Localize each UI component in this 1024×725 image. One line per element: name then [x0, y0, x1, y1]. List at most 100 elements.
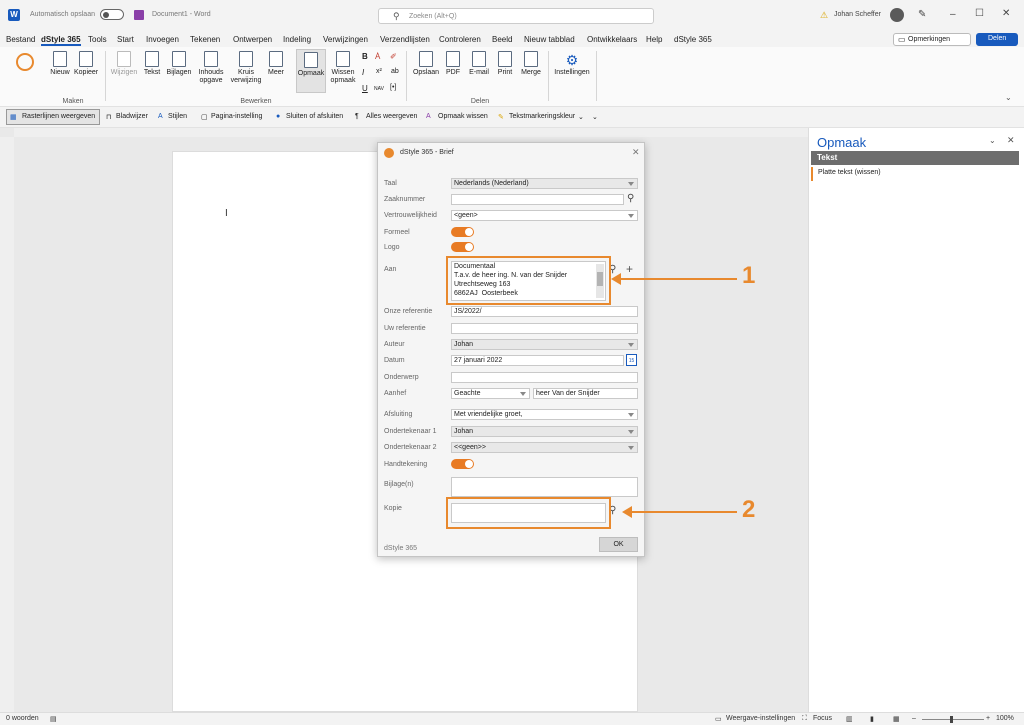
- menu-bestand[interactable]: Bestand: [6, 35, 35, 44]
- pdf-button[interactable]: PDF: [444, 51, 462, 77]
- case-icon[interactable]: Ȧ: [375, 52, 380, 61]
- menu-dstyle-2[interactable]: dStyle 365: [674, 35, 712, 44]
- to-add-icon[interactable]: +: [626, 262, 633, 276]
- toc-button[interactable]: Inhouds opgave: [196, 51, 226, 85]
- proofing-icon[interactable]: ▤: [50, 715, 57, 723]
- menu-indeling[interactable]: Indeling: [283, 35, 311, 44]
- quick-access-bar: ▦ Rasterlijnen weergeven ⊓ Bladwijzer A …: [0, 107, 1024, 128]
- salutation-name-input[interactable]: heer Van der Snijder: [533, 388, 638, 399]
- formal-toggle[interactable]: [451, 227, 474, 237]
- underline-button[interactable]: U: [362, 84, 368, 93]
- dialog-close-icon[interactable]: ✕: [632, 147, 640, 158]
- closing-select[interactable]: Met vriendelijke groet,: [451, 409, 638, 420]
- save-icon[interactable]: [134, 10, 144, 20]
- minimize-icon[interactable]: –: [950, 9, 956, 20]
- menu-nieuw-tabblad[interactable]: Nieuw tabblad: [524, 35, 575, 44]
- menu-verwijzingen[interactable]: Verwijzingen: [323, 35, 368, 44]
- ribbon-collapse-icon[interactable]: ⌄: [1005, 93, 1012, 102]
- highlight-icon[interactable]: ✐: [390, 52, 397, 61]
- close-window-icon[interactable]: ✕: [1002, 8, 1010, 19]
- ok-button[interactable]: OK: [599, 537, 638, 552]
- share-button[interactable]: Delen: [976, 33, 1018, 46]
- autosave-toggle[interactable]: [100, 9, 124, 20]
- highlight-color-button[interactable]: Tekstmarkeringskleur: [509, 113, 575, 120]
- salutation-select[interactable]: Geachte: [451, 388, 530, 399]
- bold-button[interactable]: B: [362, 52, 368, 61]
- superscript-icon[interactable]: x²: [376, 68, 382, 75]
- read-mode-icon[interactable]: ▥: [846, 715, 853, 723]
- pane-item[interactable]: Platte tekst (wissen): [811, 167, 1019, 181]
- language-select[interactable]: Nederlands (Nederland): [451, 178, 638, 189]
- page-setup-button[interactable]: Pagina-instelling: [211, 113, 262, 120]
- menu-invoegen[interactable]: Invoegen: [146, 35, 179, 44]
- merge-button[interactable]: Merge: [518, 51, 544, 77]
- menu-verzendlijsten[interactable]: Verzendlijsten: [380, 35, 430, 44]
- save-doc-button[interactable]: Opslaan: [412, 51, 440, 77]
- italic-button[interactable]: I: [362, 68, 364, 77]
- email-button[interactable]: E-mail: [466, 51, 492, 77]
- menu-dstyle[interactable]: dStyle 365: [41, 35, 81, 46]
- show-all-button[interactable]: Alles weergeven: [366, 113, 417, 120]
- clear-format-button[interactable]: Wissen opmaak: [330, 51, 356, 85]
- signer-2-select[interactable]: <<geen>>: [451, 442, 638, 453]
- zoom-level[interactable]: 100%: [996, 715, 1014, 722]
- menu-tekenen[interactable]: Tekenen: [190, 35, 220, 44]
- menu-controleren[interactable]: Controleren: [439, 35, 481, 44]
- search-box[interactable]: ⚲ Zoeken (Alt+Q): [378, 8, 654, 24]
- pane-close-icon[interactable]: ✕: [1007, 135, 1015, 146]
- word-count[interactable]: 0 woorden: [6, 715, 39, 722]
- copy-label: Kopieer: [74, 69, 99, 76]
- subject-input[interactable]: [451, 372, 638, 383]
- text-button[interactable]: Tekst: [142, 51, 162, 77]
- menu-help[interactable]: Help: [646, 35, 662, 44]
- focus-button[interactable]: Focus: [813, 715, 832, 722]
- author-select[interactable]: Johan: [451, 339, 638, 350]
- menu-start[interactable]: Start: [117, 35, 134, 44]
- copy-icon: [79, 51, 93, 67]
- pane-options-icon[interactable]: ⌄: [989, 136, 996, 145]
- bookmark-button[interactable]: Bladwijzer: [116, 113, 148, 120]
- format-button[interactable]: Opmaak: [296, 49, 326, 93]
- print-layout-icon[interactable]: ▮: [870, 715, 874, 723]
- menu-beeld[interactable]: Beeld: [492, 35, 512, 44]
- signer-1-select[interactable]: Johan: [451, 426, 638, 437]
- display-settings-button[interactable]: Weergave-instellingen: [726, 715, 795, 722]
- change-button[interactable]: Wijzigen: [110, 51, 138, 77]
- copy-button[interactable]: Kopieer: [74, 51, 98, 77]
- attachments-button[interactable]: Bijlagen: [166, 51, 192, 77]
- menu-tools[interactable]: Tools: [88, 35, 107, 44]
- styles-button[interactable]: Stijlen: [168, 113, 187, 120]
- more-button[interactable]: Meer: [266, 51, 286, 77]
- our-reference-input[interactable]: JS/2022/: [451, 306, 638, 317]
- signature-toggle[interactable]: [451, 459, 474, 469]
- close-doc-button[interactable]: Sluiten of afsluiten: [286, 113, 343, 120]
- zoom-in-icon[interactable]: +: [986, 715, 990, 722]
- print-button[interactable]: Print: [495, 51, 515, 77]
- zoom-slider[interactable]: [922, 716, 984, 723]
- customize-icon[interactable]: ⌄: [592, 113, 598, 121]
- maximize-icon[interactable]: ☐: [975, 8, 984, 19]
- subscript-icon[interactable]: ab: [391, 68, 399, 75]
- menu-ontwerpen[interactable]: Ontwerpen: [233, 35, 272, 44]
- pen-icon[interactable]: ✎: [918, 9, 926, 20]
- avatar[interactable]: [890, 8, 904, 22]
- nav-button[interactable]: NAV: [374, 86, 384, 92]
- clear-format-quick-button[interactable]: Opmaak wissen: [438, 113, 488, 120]
- calendar-icon[interactable]: 15: [626, 354, 637, 366]
- case-number-input[interactable]: [451, 194, 624, 205]
- attachments-input[interactable]: [451, 477, 638, 497]
- settings-button[interactable]: ⚙ Instellingen: [552, 51, 592, 77]
- new-button[interactable]: Nieuw: [50, 51, 70, 77]
- bracket-button[interactable]: [•]: [390, 84, 396, 91]
- your-reference-input[interactable]: [451, 323, 638, 334]
- crossref-button[interactable]: Kruis verwijzing: [230, 51, 262, 85]
- confidentiality-select[interactable]: <geen>: [451, 210, 638, 221]
- date-input[interactable]: 27 januari 2022: [451, 355, 624, 366]
- dropdown-caret-icon[interactable]: ⌄: [578, 113, 584, 121]
- menu-ontwikkelaars[interactable]: Ontwikkelaars: [587, 35, 637, 44]
- case-search-icon[interactable]: ⚲: [627, 193, 634, 204]
- web-layout-icon[interactable]: ▦: [893, 715, 900, 723]
- logo-toggle[interactable]: [451, 242, 474, 252]
- comments-button[interactable]: ▭ Opmerkingen: [893, 33, 971, 46]
- zoom-out-icon[interactable]: –: [912, 715, 916, 722]
